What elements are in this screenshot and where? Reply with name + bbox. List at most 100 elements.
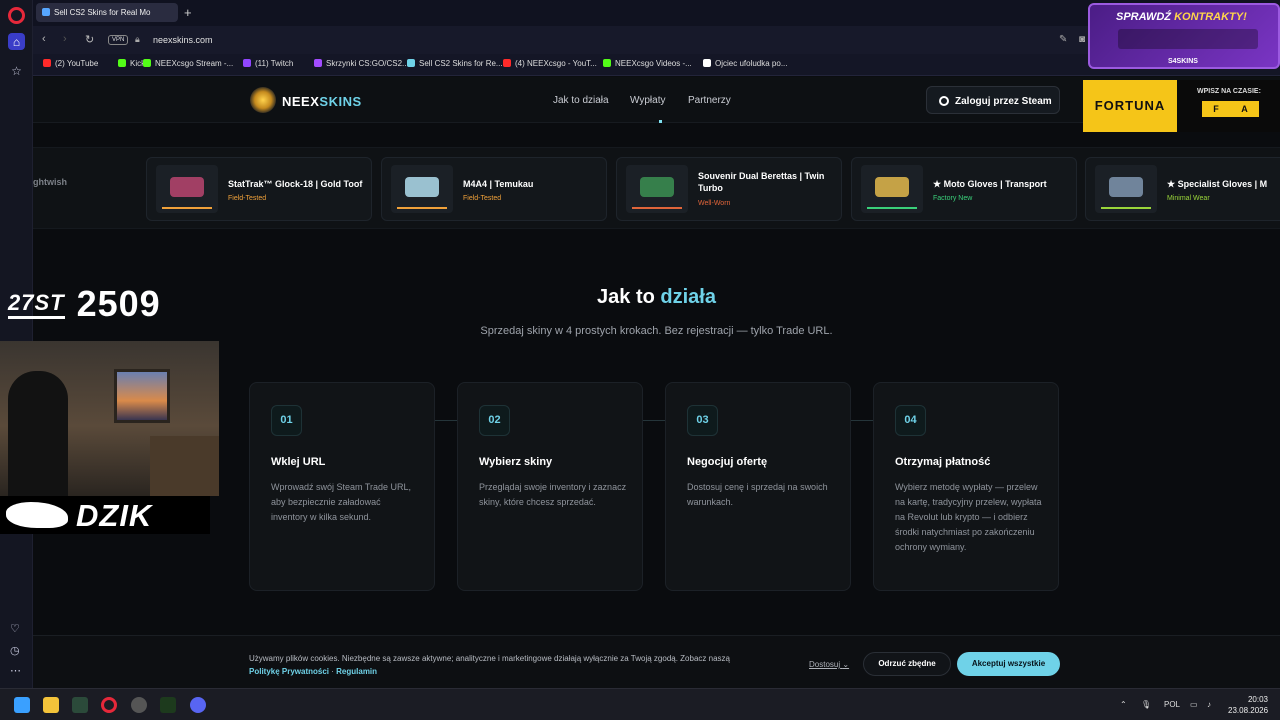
code-letter: F	[1213, 104, 1219, 114]
faded-skin-label: ghtwish	[33, 177, 67, 187]
bookmark-item[interactable]: NEEXcsgo Videos -...	[603, 59, 692, 68]
game-app-icon[interactable]	[160, 697, 176, 713]
skin-item-shape	[170, 177, 204, 197]
customize-cookies-button[interactable]: Dostosuj ⌄	[809, 660, 849, 669]
bookmark-label: (11) Twitch	[255, 59, 294, 68]
clock-time: 20:03	[1247, 695, 1268, 704]
neexskins-page: NEEXSKINS Jak to działa Wypłaty Partnerz…	[33, 77, 1280, 688]
bookmark-item[interactable]: (11) Twitch	[243, 59, 293, 68]
tab-title: Sell CS2 Skins for Real Mo	[54, 8, 151, 17]
skin-image	[156, 165, 218, 213]
url-field[interactable]: neexskins.com	[153, 35, 213, 45]
skin-card[interactable]: ★ Moto Gloves | Transport Factory New	[851, 157, 1077, 221]
vpn-badge[interactable]: VPN	[108, 35, 129, 45]
bookmark-item[interactable]: (2) YouTube	[43, 59, 98, 68]
bookmark-item[interactable]: Kick	[118, 59, 145, 68]
rarity-bar	[162, 207, 212, 209]
back-icon[interactable]: ‹	[42, 33, 46, 45]
step-card: 01 Wklej URL Wprowadź swój Steam Trade URL…	[249, 382, 435, 591]
bookmark-label: Ojciec ufoludka po...	[715, 59, 788, 68]
skin-name: StatTrak™ Glock-18 | Gold Toof	[228, 179, 363, 189]
steam-login-button[interactable]: Zaloguj przez Steam	[926, 86, 1060, 114]
sponsor-name: DZIK	[76, 498, 153, 533]
bookmark-item[interactable]: Skrzynki CS:GO/CS2...	[314, 59, 409, 68]
opera-logo-icon[interactable]	[8, 7, 25, 24]
edit-icon[interactable]: ✎	[1059, 34, 1067, 45]
volume-icon[interactable]: ♪	[1207, 700, 1211, 709]
terms-link[interactable]: Regulamin	[336, 667, 377, 676]
network-icon[interactable]: ▭	[1190, 700, 1198, 709]
bookmark-item[interactable]: (4) NEEXcsgo - YouT...	[503, 59, 597, 68]
site-logo-icon[interactable]	[250, 87, 276, 113]
history-icon[interactable]: ◷	[10, 644, 20, 657]
bookmark-item[interactable]: Sell CS2 Skins for Re...	[407, 59, 503, 68]
bookmark-label: (2) YouTube	[55, 59, 99, 68]
accept-cookies-button[interactable]: Akceptuj wszystkie	[957, 652, 1060, 676]
bookmark-favicon-icon	[118, 59, 126, 67]
explorer-icon[interactable]	[43, 697, 59, 713]
bookmark-label: NEEXcsgo Videos -...	[615, 59, 692, 68]
camera-icon[interactable]: ◙	[1079, 34, 1085, 45]
skin-card[interactable]: ★ Specialist Gloves | M Minimal Wear	[1085, 157, 1280, 221]
skin-name: ★ Specialist Gloves | M	[1167, 179, 1268, 189]
rarity-bar	[397, 207, 447, 209]
more-icon[interactable]: ⋯	[10, 664, 21, 677]
skin-card[interactable]: StatTrak™ Glock-18 | Gold Toof Field-Test…	[146, 157, 372, 221]
promo-title: SPRAWDŹ KONTRAKTY!	[1116, 11, 1247, 23]
skin-wear: Field-Tested	[228, 195, 267, 202]
home-icon[interactable]: ⌂	[8, 33, 25, 50]
opera-icon[interactable]	[101, 697, 117, 713]
bookmark-favicon-icon	[603, 59, 611, 67]
bookmark-item[interactable]: Ojciec ufoludka po...	[703, 59, 787, 68]
browser-tab[interactable]: Sell CS2 Skins for Real Mo	[36, 3, 178, 22]
language-indicator[interactable]: POL	[1164, 700, 1180, 709]
privacy-link[interactable]: Politykę Prywatności	[249, 667, 329, 676]
app-icon[interactable]	[72, 697, 88, 713]
star-icon[interactable]: ☆	[8, 62, 25, 79]
step-title: Negocjuj ofertę	[687, 456, 768, 468]
skins-carousel: ghtwish StatTrak™ Glock-18 | Gold Toof Fi…	[33, 147, 1280, 229]
reload-icon[interactable]: ↻	[85, 33, 94, 46]
skin-name: Souvenir Dual Berettas | Twin Turbo	[698, 171, 825, 193]
start-icon[interactable]	[14, 697, 30, 713]
chevron-up-icon[interactable]: ⌃	[1120, 700, 1127, 709]
heart-icon[interactable]: ♡	[10, 622, 20, 635]
forward-icon[interactable]: ›	[63, 33, 67, 45]
promo-items-row	[1118, 29, 1258, 49]
steam-login-label: Zaloguj przez Steam	[955, 96, 1052, 107]
section-title: Jak to działa	[33, 286, 1280, 309]
skin-wear: Factory New	[933, 195, 973, 202]
step-connector	[851, 420, 873, 421]
contracts-promo: SPRAWDŹ KONTRAKTY! S4SKINS	[1088, 3, 1280, 69]
skin-card[interactable]: Souvenir Dual Berettas | Twin Turbo Well-…	[616, 157, 842, 221]
skin-name: M4A4 | Temukau	[463, 179, 534, 189]
fortuna-promo-text: WPISZ NA CZASIE:	[1197, 88, 1261, 95]
step-number: 01	[271, 405, 302, 436]
bookmark-label: Skrzynki CS:GO/CS2...	[326, 59, 409, 68]
skin-wear: Minimal Wear	[1167, 195, 1210, 202]
clock[interactable]: 20:03 23.08.2026	[1228, 694, 1268, 716]
cookie-text: Używamy plików cookies. Niezbędne są zaw…	[249, 654, 730, 663]
tab-favicon-icon	[42, 8, 50, 16]
step-card: 03 Negocjuj ofertę Dostosuj cenę i sprzeda…	[665, 382, 851, 591]
site-brand[interactable]: NEEXSKINS	[282, 94, 362, 109]
nav-partners[interactable]: Partnerzy	[688, 95, 731, 106]
webcam-window	[114, 369, 170, 423]
lock-icon[interactable]: 🔒︎	[135, 34, 140, 45]
sub-count: 2509	[76, 283, 161, 324]
step-connector	[435, 420, 457, 421]
clock-date: 23.08.2026	[1228, 706, 1269, 715]
step-description: Przeglądaj swoje inventory i zaznacz ski…	[479, 482, 627, 507]
steam-app-icon[interactable]	[131, 697, 147, 713]
new-tab-button[interactable]: +	[184, 5, 192, 20]
nav-how-it-works[interactable]: Jak to działa	[553, 95, 609, 106]
mic-icon[interactable]: 🎙︎	[1141, 700, 1151, 709]
bookmark-item[interactable]: NEEXcsgo Stream -...	[143, 59, 233, 68]
step-title: Wybierz skiny	[479, 456, 553, 468]
skin-card[interactable]: M4A4 | Temukau Field-Tested	[381, 157, 607, 221]
discord-icon[interactable]	[190, 697, 206, 713]
nav-payouts[interactable]: Wypłaty	[630, 95, 665, 106]
step-card: 02 Wybierz skiny Przeglądaj swoje inventor…	[457, 382, 643, 591]
bookmark-favicon-icon	[407, 59, 415, 67]
reject-cookies-button[interactable]: Odrzuć zbędne	[863, 652, 951, 676]
